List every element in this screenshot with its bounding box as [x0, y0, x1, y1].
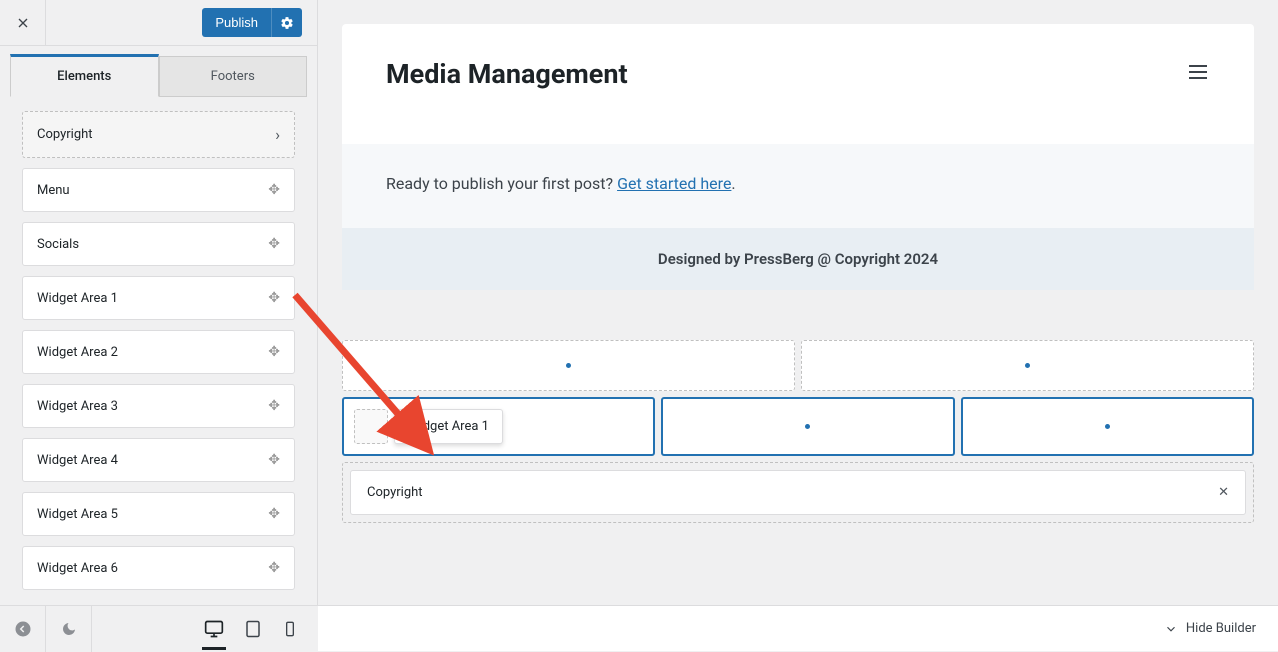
- hamburger-menu-button[interactable]: [1186, 60, 1210, 88]
- builder-cell[interactable]: [801, 340, 1254, 391]
- builder-row-3: Copyright ✕: [342, 462, 1254, 523]
- get-started-link[interactable]: Get started here: [617, 174, 731, 193]
- dot-icon: [1105, 424, 1110, 429]
- builder-row-1: [342, 340, 1254, 391]
- element-label: Menu: [37, 183, 70, 198]
- element-widget-area-1[interactable]: Widget Area 1 ✥: [22, 276, 295, 320]
- device-desktop-button[interactable]: [202, 611, 226, 650]
- element-label: Widget Area 1: [37, 291, 118, 306]
- remove-widget-button[interactable]: ✕: [1218, 485, 1229, 500]
- preview-area: Media Management Ready to publish your f…: [318, 0, 1278, 605]
- element-widget-area-3[interactable]: Widget Area 3 ✥: [22, 384, 295, 428]
- element-copyright[interactable]: Copyright ›: [22, 111, 295, 158]
- move-icon[interactable]: ✥: [268, 398, 280, 414]
- back-button[interactable]: [0, 606, 46, 652]
- element-label: Widget Area 4: [37, 453, 118, 468]
- element-label: Widget Area 2: [37, 345, 118, 360]
- element-widget-area-5[interactable]: Widget Area 5 ✥: [22, 492, 295, 536]
- elements-list: Copyright › Menu ✥ Socials ✥ Widget Area…: [0, 97, 317, 614]
- dot-icon: [1025, 363, 1030, 368]
- publish-button[interactable]: Publish: [202, 8, 271, 37]
- copyright-widget[interactable]: Copyright ✕: [350, 470, 1246, 515]
- arrow-left-circle-icon: [14, 620, 32, 638]
- gear-icon: [280, 16, 294, 30]
- element-label: Socials: [37, 237, 79, 252]
- copyright-widget-label: Copyright: [367, 485, 423, 500]
- element-widget-area-6[interactable]: Widget Area 6 ✥: [22, 546, 295, 590]
- dragged-widget-chip[interactable]: Widget Area 1: [394, 409, 503, 444]
- builder-row-2: Widget Area 1: [342, 397, 1254, 456]
- preview-body: Media Management Ready to publish your f…: [342, 24, 1254, 290]
- page-title: Media Management: [386, 58, 628, 90]
- close-icon: [15, 15, 31, 31]
- move-icon[interactable]: ✥: [268, 344, 280, 360]
- publish-settings-button[interactable]: [271, 8, 302, 37]
- dark-mode-button[interactable]: [46, 606, 92, 652]
- builder-cell[interactable]: [961, 397, 1254, 456]
- builder-cell[interactable]: [661, 397, 954, 456]
- sidebar-header: Publish: [0, 0, 317, 46]
- mobile-icon: [282, 621, 298, 637]
- preview-content: Ready to publish your first post? Get st…: [342, 144, 1254, 229]
- move-icon[interactable]: ✥: [268, 506, 280, 522]
- element-label: Widget Area 6: [37, 561, 118, 576]
- hide-builder-label: Hide Builder: [1186, 621, 1256, 636]
- sidebar: Publish Elements Footers Copyright › Men…: [0, 0, 318, 651]
- element-label: Widget Area 5: [37, 507, 118, 522]
- chevron-down-icon: [1164, 622, 1178, 636]
- tab-footers[interactable]: Footers: [159, 56, 308, 97]
- builder-cell[interactable]: [342, 340, 795, 391]
- preview-footer-bar: Designed by PressBerg @ Copyright 2024: [342, 228, 1254, 290]
- tab-elements[interactable]: Elements: [10, 54, 159, 97]
- element-menu[interactable]: Menu ✥: [22, 168, 295, 212]
- sidebar-tabs: Elements Footers: [0, 46, 317, 97]
- device-group: [202, 611, 300, 647]
- tablet-icon: [244, 620, 262, 638]
- device-mobile-button[interactable]: [280, 611, 300, 647]
- moon-icon: [61, 621, 77, 637]
- hide-builder-button[interactable]: Hide Builder: [1164, 621, 1256, 636]
- builder-rows: Widget Area 1 Copyright ✕: [342, 340, 1254, 523]
- hamburger-icon: [1186, 60, 1210, 84]
- content-text: Ready to publish your first post? Get st…: [342, 174, 1254, 193]
- move-icon[interactable]: ✥: [268, 236, 280, 252]
- element-widget-area-2[interactable]: Widget Area 2 ✥: [22, 330, 295, 374]
- device-tablet-button[interactable]: [242, 611, 264, 647]
- element-label: Copyright: [37, 127, 93, 142]
- preview-header: Media Management: [386, 58, 1210, 90]
- close-button[interactable]: [0, 0, 46, 46]
- drop-ghost: [354, 409, 388, 444]
- element-label: Widget Area 3: [37, 399, 118, 414]
- move-icon[interactable]: ✥: [268, 182, 280, 198]
- bottom-bar: Hide Builder: [318, 605, 1278, 651]
- publish-group: Publish: [202, 8, 302, 37]
- sidebar-footer: [0, 605, 318, 651]
- chevron-right-icon: ›: [275, 125, 280, 144]
- element-widget-area-4[interactable]: Widget Area 4 ✥: [22, 438, 295, 482]
- move-icon[interactable]: ✥: [268, 560, 280, 576]
- builder-cell-drop-target[interactable]: Widget Area 1: [342, 397, 655, 456]
- element-socials[interactable]: Socials ✥: [22, 222, 295, 266]
- dot-icon: [566, 363, 571, 368]
- desktop-icon: [204, 619, 224, 639]
- move-icon[interactable]: ✥: [268, 290, 280, 306]
- move-icon[interactable]: ✥: [268, 452, 280, 468]
- dot-icon: [805, 424, 810, 429]
